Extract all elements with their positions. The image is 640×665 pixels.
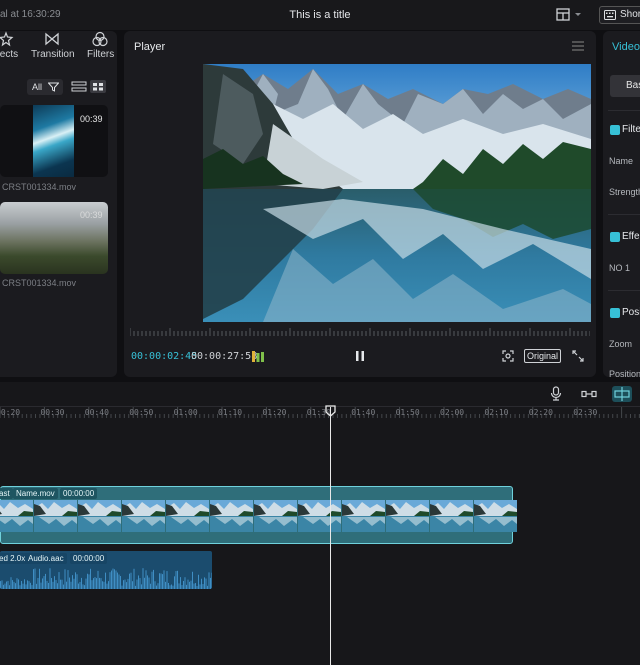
- divider: [608, 290, 640, 291]
- clip-frame: [78, 500, 121, 532]
- basic-tab-button[interactable]: Bas: [610, 75, 640, 97]
- clip-frame: [122, 500, 165, 532]
- clip-frame: [342, 500, 385, 532]
- player-title: Player: [134, 41, 166, 53]
- clip-frame: [166, 500, 209, 532]
- ruler-label: 01:50: [395, 408, 420, 417]
- microphone-icon[interactable]: [550, 386, 562, 401]
- zoom-label: Zoom: [609, 339, 633, 349]
- total-time: 00:00:27:58: [191, 351, 258, 362]
- tab-filters[interactable]: Filters: [87, 49, 114, 60]
- tab-video[interactable]: Video: [612, 41, 640, 53]
- clip-frame: [386, 500, 429, 532]
- clip-time-tag: 00:00:00: [60, 488, 98, 499]
- ruler-label: 00:50: [129, 408, 154, 417]
- clip-name-tag: Name.mov: [13, 488, 58, 499]
- media-item-duration: 00:39: [80, 114, 103, 124]
- filter-section-title: Filte: [622, 124, 640, 135]
- ruler-label: 02:20: [528, 408, 553, 417]
- grid-view-icon[interactable]: [90, 80, 106, 93]
- clip-frame: [210, 500, 253, 532]
- editor-window: al at 16:30:29 This is a title Shor fect…: [0, 0, 640, 665]
- link-icon[interactable]: [581, 389, 597, 399]
- filters-icon[interactable]: [92, 31, 108, 47]
- playhead-handle[interactable]: [325, 405, 336, 417]
- audio-name-tag: Audio.aac: [25, 553, 67, 564]
- player-scrub-bar[interactable]: [130, 327, 590, 337]
- ruler-label: 01:20: [262, 408, 287, 417]
- shortcut-label: Shor: [620, 9, 640, 20]
- aspect-ratio-button[interactable]: Original: [524, 349, 561, 363]
- video-preview[interactable]: [203, 64, 591, 322]
- ruler-label: 00:20: [0, 408, 21, 417]
- clip-frame: [298, 500, 341, 532]
- video-reflection: [203, 189, 591, 322]
- media-item-thumbnail[interactable]: 00:39: [0, 202, 108, 274]
- current-time: 00:00:02:45: [131, 351, 198, 362]
- media-item-image: [33, 105, 74, 177]
- effect-section-checkbox[interactable]: [610, 232, 620, 242]
- position-label: Position: [609, 369, 640, 377]
- fullscreen-icon[interactable]: [572, 350, 584, 362]
- media-item-name: CRST001334.mov: [2, 182, 77, 192]
- tab-effects[interactable]: fects: [0, 49, 18, 60]
- project-title: This is a title: [289, 9, 351, 21]
- clip-frame: [34, 500, 77, 532]
- shortcut-button[interactable]: Shor: [599, 6, 640, 24]
- list-view-icon[interactable]: [71, 80, 87, 93]
- position-section-checkbox[interactable]: [610, 308, 620, 318]
- effects-icon[interactable]: [0, 31, 14, 47]
- screenshot-icon[interactable]: [502, 350, 514, 362]
- transition-icon[interactable]: [44, 32, 60, 46]
- filter-strength-label: Strength: [609, 187, 640, 197]
- keyboard-icon: [604, 10, 616, 20]
- divider: [608, 214, 640, 215]
- preview-axis-icon[interactable]: [612, 386, 632, 402]
- ruler-label: 00:40: [84, 408, 109, 417]
- ruler-label: 01:40: [351, 408, 376, 417]
- pause-icon[interactable]: [355, 350, 365, 362]
- clip-frame: [430, 500, 473, 532]
- ruler-label: 02:30: [573, 408, 598, 417]
- media-item-duration: 00:39: [80, 210, 103, 220]
- effect-name-label: NO 1: [609, 263, 631, 273]
- clip-speed-tag: ast: [0, 488, 13, 499]
- ruler-label: 01:10: [218, 408, 243, 417]
- effect-section-title: Effe: [622, 231, 640, 242]
- menu-icon[interactable]: [572, 41, 584, 51]
- clip-frame: [254, 500, 297, 532]
- audio-time-tag: 00:00:00: [70, 553, 108, 564]
- audio-level-icon: [252, 351, 264, 362]
- clip-frame: [0, 500, 33, 532]
- filter-name-label: Name: [609, 156, 634, 166]
- clip-frame: [474, 500, 517, 532]
- ruler-label: 00:30: [40, 408, 65, 417]
- media-item-thumbnail[interactable]: 00:39: [0, 105, 108, 177]
- ruler-label: 02:00: [440, 408, 465, 417]
- layout-icon[interactable]: [556, 8, 582, 22]
- position-section-title: Posi: [622, 307, 640, 318]
- audio-waveform: [0, 568, 212, 589]
- filter-section-checkbox[interactable]: [610, 125, 620, 135]
- ruler-label: 02:10: [484, 408, 509, 417]
- audio-speed-tag: ed 2.0x: [0, 553, 29, 564]
- media-filter-dropdown[interactable]: All: [27, 79, 63, 95]
- playhead-line[interactable]: [330, 407, 331, 665]
- media-filter-label: All: [32, 82, 43, 92]
- filter-icon: [48, 82, 59, 92]
- divider: [608, 110, 640, 111]
- tab-transition[interactable]: Transition: [31, 49, 75, 60]
- media-item-name: CRST001334.mov: [2, 278, 77, 288]
- ruler-label: 01:00: [173, 408, 198, 417]
